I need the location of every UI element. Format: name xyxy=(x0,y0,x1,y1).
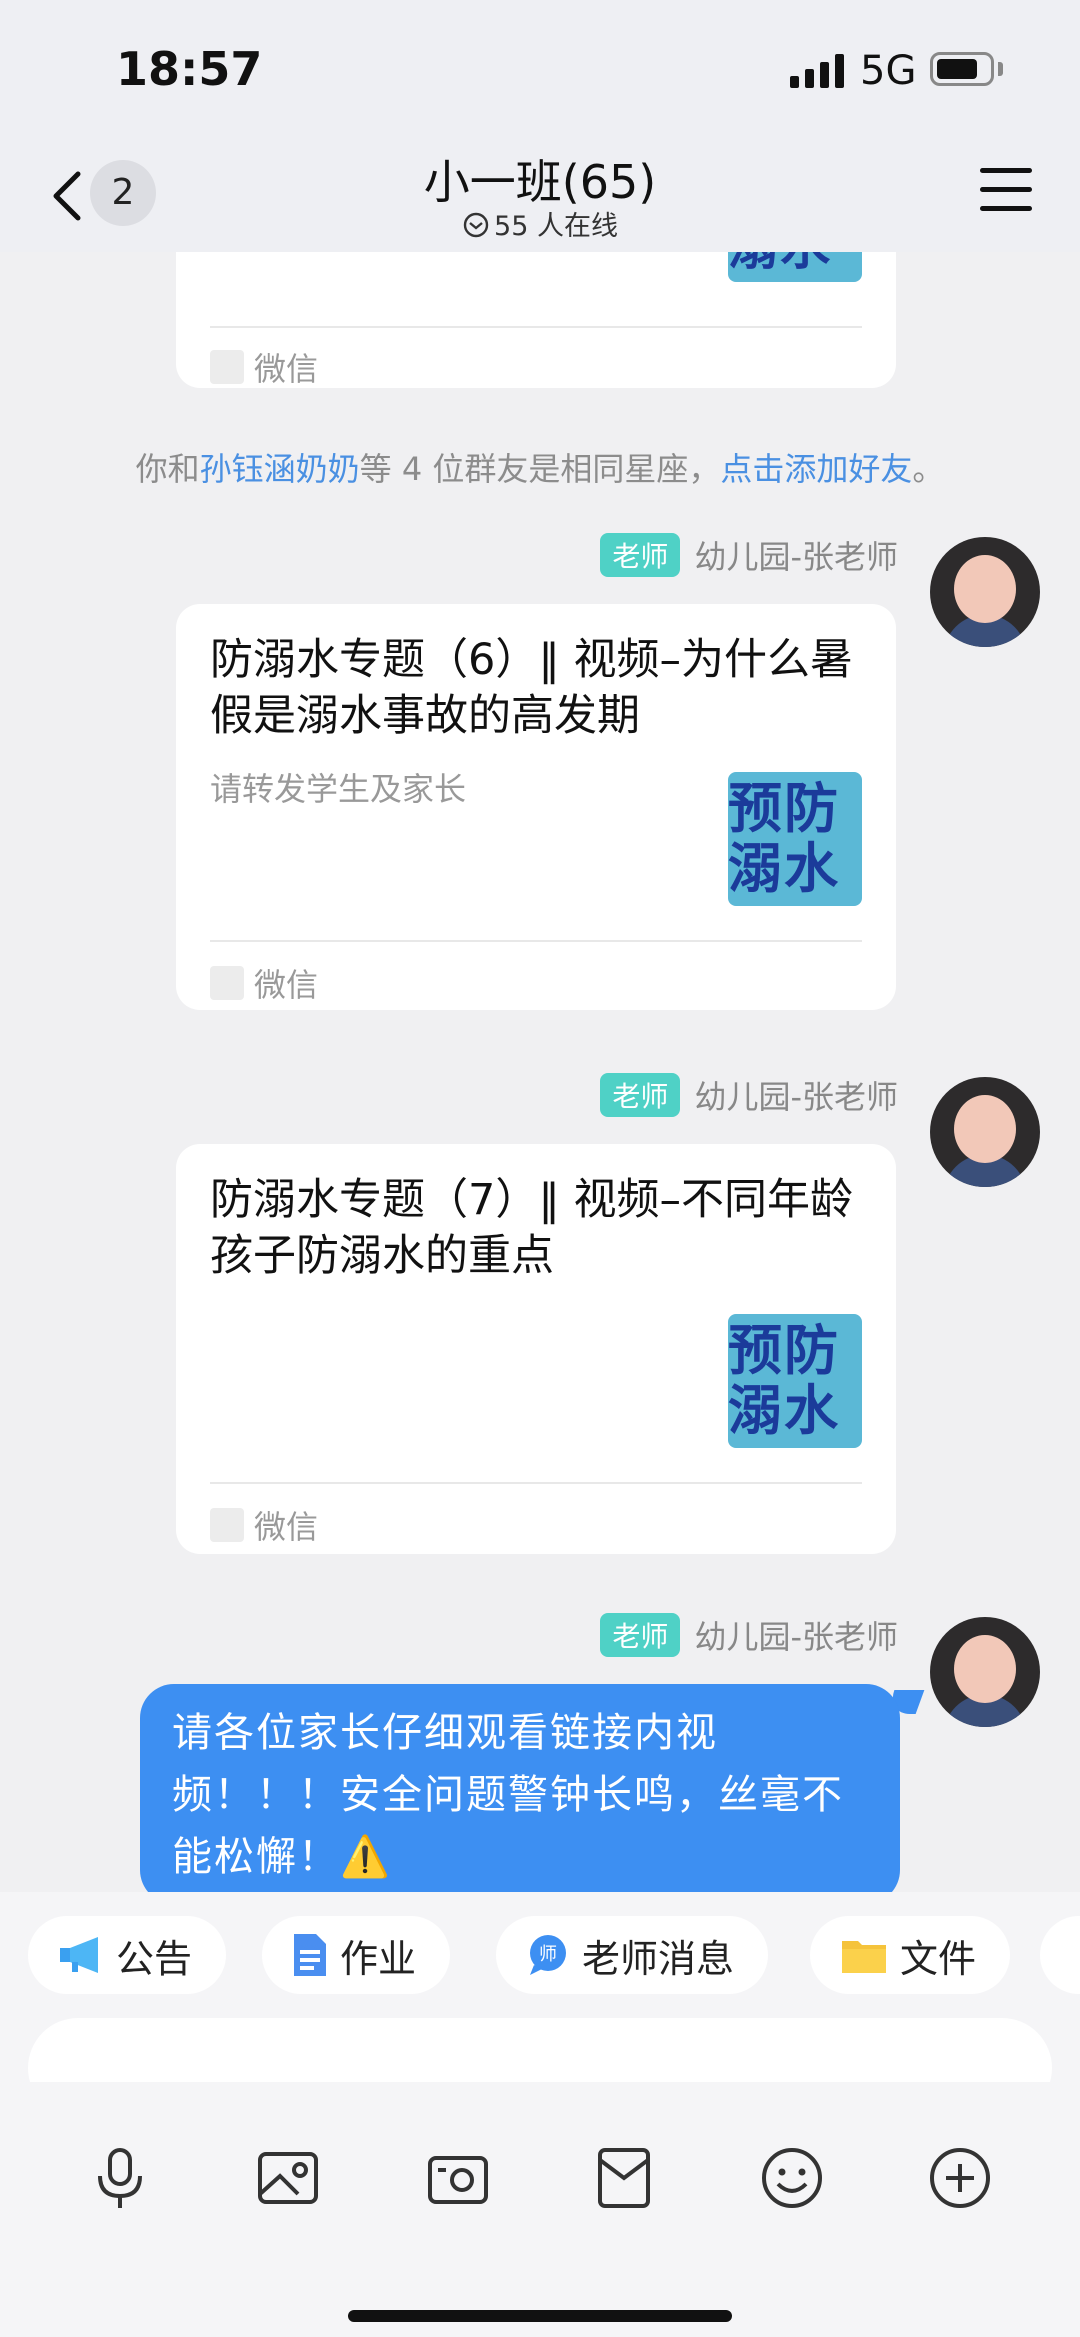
card-source: 微信 xyxy=(210,344,318,388)
wechat-icon xyxy=(210,350,244,384)
menu-icon[interactable] xyxy=(980,168,1032,214)
red-packet-icon[interactable] xyxy=(590,2144,658,2212)
card-description: 请转发学生及家长 xyxy=(210,770,467,808)
card-divider xyxy=(210,326,862,328)
teacher-badge: 老师 xyxy=(600,533,681,577)
teacher-messages-button[interactable]: 师 老师消息 xyxy=(496,1916,769,1994)
network-type: 5G xyxy=(860,48,917,94)
microphone-icon[interactable] xyxy=(86,2144,154,2212)
more-chip[interactable] xyxy=(1040,1916,1080,1994)
svg-text:师: 师 xyxy=(539,1944,557,1965)
sender-name[interactable]: 幼儿园-张老师 xyxy=(694,1612,898,1658)
avatar[interactable] xyxy=(930,1617,1040,1727)
home-indicator xyxy=(348,2310,732,2322)
chat-header: 2 小一班(65) 55 人在线 xyxy=(0,140,1080,252)
card-thumbnail: 预防溺水 xyxy=(728,252,862,282)
folder-icon xyxy=(842,1941,886,1973)
system-prefix: 你和 xyxy=(135,450,200,488)
text-message-bubble[interactable]: 请各位家长仔细观看链接内视频！！！安全问题警钟长鸣，丝毫不能松懈！⚠️ xyxy=(140,1684,900,1892)
files-label: 文件 xyxy=(900,1936,977,1981)
member-name-link[interactable]: 孙钰涵奶奶 xyxy=(200,450,360,488)
card-source: 微信 xyxy=(210,1502,318,1548)
battery-icon xyxy=(930,52,994,86)
card-source-label: 微信 xyxy=(254,1508,319,1546)
megaphone-icon xyxy=(60,1937,98,1973)
teacher-messages-label: 老师消息 xyxy=(582,1936,735,1981)
announcement-button[interactable]: 公告 xyxy=(28,1916,227,1994)
card-thumbnail: 预防溺水 xyxy=(728,1314,862,1448)
wechat-icon xyxy=(210,1508,244,1542)
card-source-label: 微信 xyxy=(254,350,319,388)
wechat-icon xyxy=(210,966,244,1000)
teacher-badge: 老师 xyxy=(600,1613,681,1657)
input-toolbar xyxy=(0,2082,1080,2337)
teacher-badge: 老师 xyxy=(600,1073,681,1117)
document-icon xyxy=(294,1934,326,1976)
card-divider xyxy=(210,1482,862,1484)
files-button[interactable]: 文件 xyxy=(810,1916,1011,1994)
chat-message-list[interactable]: 预防溺水 微信 你和孙钰涵奶奶等 4 位群友是相同星座，点击添加好友。 老师 幼… xyxy=(0,252,1080,1892)
link-card[interactable]: 防溺水专题（6）‖ 视频–为什么暑假是溺水事故的高发期 请转发学生及家长 预防溺… xyxy=(176,604,896,1010)
teacher-chat-icon: 师 xyxy=(530,1935,566,1975)
chevron-circle-icon xyxy=(463,212,489,238)
system-suffix: 。 xyxy=(912,450,945,488)
card-title: 防溺水专题（7）‖ 视频–不同年龄孩子防溺水的重点 xyxy=(210,1175,854,1281)
message-sender: 老师 幼儿园-张老师 xyxy=(600,532,898,578)
avatar[interactable] xyxy=(930,1077,1040,1187)
emoji-icon[interactable] xyxy=(758,2144,826,2212)
message-sender: 老师 幼儿园-张老师 xyxy=(600,1612,898,1658)
link-card[interactable]: 防溺水专题（7）‖ 视频–不同年龄孩子防溺水的重点 预防溺水 微信 xyxy=(176,1144,896,1554)
quick-actions-bar: 公告 作业 师 老师消息 文件 xyxy=(0,1892,1080,2118)
online-status[interactable]: 55 人在线 xyxy=(0,204,1080,243)
card-title: 防溺水专题（6）‖ 视频–为什么暑假是溺水事故的高发期 xyxy=(210,635,854,741)
camera-icon[interactable] xyxy=(424,2144,492,2212)
card-divider xyxy=(210,940,862,942)
homework-label: 作业 xyxy=(340,1936,417,1981)
card-source-label: 微信 xyxy=(254,966,319,1004)
group-title[interactable]: 小一班(65) xyxy=(0,146,1080,212)
signal-icon xyxy=(790,54,844,88)
system-message: 你和孙钰涵奶奶等 4 位群友是相同星座，点击添加好友。 xyxy=(0,444,1080,490)
announcement-label: 公告 xyxy=(116,1936,193,1981)
plus-icon[interactable] xyxy=(926,2144,994,2212)
online-count-text: 55 人在线 xyxy=(494,211,618,242)
image-icon[interactable] xyxy=(254,2144,322,2212)
message-sender: 老师 幼儿园-张老师 xyxy=(600,1072,898,1118)
status-bar: 18:57 5G xyxy=(0,0,1080,140)
status-time: 18:57 xyxy=(116,42,263,96)
homework-button[interactable]: 作业 xyxy=(262,1916,451,1994)
card-thumbnail: 预防溺水 xyxy=(728,772,862,906)
card-source: 微信 xyxy=(210,960,318,1006)
system-middle: 等 4 位群友是相同星座， xyxy=(359,450,721,488)
sender-name[interactable]: 幼儿园-张老师 xyxy=(694,532,898,578)
avatar[interactable] xyxy=(930,537,1040,647)
sender-name[interactable]: 幼儿园-张老师 xyxy=(694,1072,898,1118)
add-friend-link[interactable]: 点击添加好友 xyxy=(720,450,912,488)
battery-tip xyxy=(998,62,1003,76)
link-card[interactable]: 预防溺水 微信 xyxy=(176,252,896,388)
